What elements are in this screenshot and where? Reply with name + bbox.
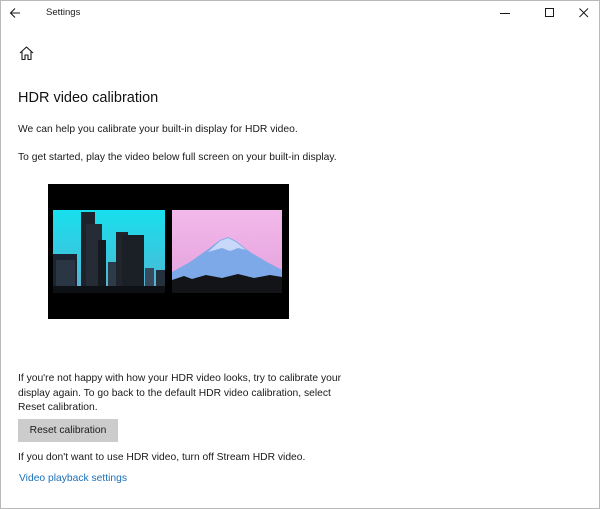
maximize-icon (545, 8, 554, 17)
maximize-button[interactable] (535, 1, 565, 25)
home-button[interactable] (18, 45, 35, 61)
close-button[interactable] (569, 1, 599, 25)
intro-text: We can help you calibrate your built-in … (18, 124, 298, 135)
settings-window: Settings HDR video calibration We can he… (0, 0, 600, 509)
mountain-image (172, 210, 282, 293)
city-skyline-image (53, 210, 165, 293)
calibration-video[interactable] (48, 184, 289, 319)
back-arrow-icon (9, 8, 20, 18)
stream-hdr-text: If you don't want to use HDR video, turn… (18, 452, 306, 463)
reset-calibration-button[interactable]: Reset calibration (18, 419, 118, 442)
back-button[interactable] (7, 5, 25, 21)
home-icon (19, 46, 34, 61)
minimize-icon (500, 13, 510, 14)
page-title: HDR video calibration (18, 90, 159, 106)
window-title: Settings (46, 7, 81, 18)
close-icon (579, 8, 589, 18)
instructions-text: To get started, play the video below ful… (18, 152, 337, 163)
minimize-button[interactable] (490, 1, 520, 25)
video-playback-settings-link[interactable]: Video playback settings (19, 473, 127, 484)
title-bar: Settings (1, 1, 599, 25)
recalibrate-text: If you're not happy with how your HDR vi… (18, 373, 342, 413)
